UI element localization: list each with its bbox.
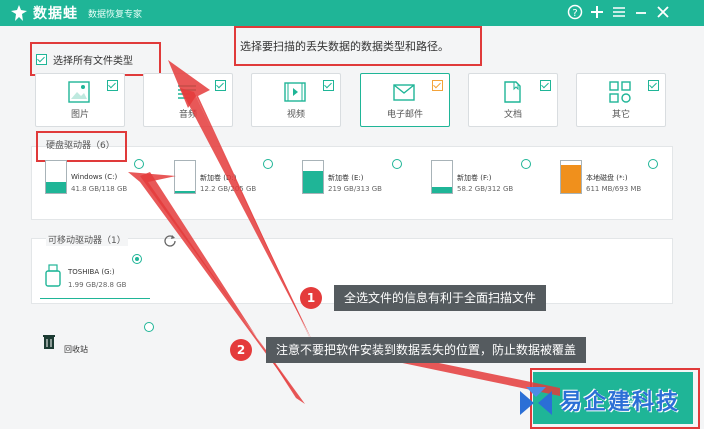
drive-usage-bar [45,160,67,194]
instruction-text: 选择要扫描的丢失数据的数据类型和路径。 [240,40,449,53]
callout-number: 2 [230,339,252,361]
drive-size: 1.99 GB/28.8 GB [68,281,127,289]
category-label: 其它 [611,110,630,120]
drive-usage-fill [303,170,323,193]
drive-usage-fill [46,181,66,193]
category-image[interactable]: 图片 [35,73,125,127]
category-checkbox[interactable] [323,80,334,91]
drive-usage-bar [174,160,196,194]
app-title: 数据蛙 [33,6,78,22]
recycle-bin-radio[interactable] [144,322,154,332]
frog-logo-icon [11,5,27,21]
other-icon [609,81,631,103]
close-icon[interactable] [654,4,672,22]
category-checkbox[interactable] [432,80,443,91]
drive-name: 本地磁盘 (*:) [586,174,628,182]
removable-drive-item[interactable]: TOSHIBA (G:) 1.99 GB/28.8 GB [40,262,150,299]
recycle-bin-item[interactable] [42,334,56,354]
drive-size: 611 MB/693 MB [586,185,642,193]
category-audio[interactable]: 音频 [143,73,233,127]
category-other[interactable]: 其它 [576,73,666,127]
drive-size: 12.2 GB/205 GB [200,185,257,193]
svg-text:?: ? [572,8,577,19]
category-label: 文档 [503,110,522,120]
refresh-icon[interactable] [163,232,177,247]
drive-name: 新加卷 (F:) [457,174,492,182]
watermark-logo-icon [520,387,552,415]
drive-usage-bar [560,160,582,194]
removable-drive-title: 可移动驱动器（1） [46,233,128,246]
category-label: 音频 [178,110,197,120]
app-subtitle: 数据恢复专家 [88,10,143,20]
category-checkbox[interactable] [215,80,226,91]
image-icon [68,81,90,103]
menu-icon[interactable] [610,4,628,22]
drive-usage-fill [175,191,195,193]
removable-drive-radio[interactable] [132,254,142,264]
document-icon [504,81,521,103]
callout-number: 1 [300,287,322,309]
category-checkbox[interactable] [540,80,551,91]
category-email[interactable]: 电子邮件 [360,73,450,127]
video-icon [284,82,306,102]
usb-drive-icon [45,264,61,287]
drive-usage-bar [302,160,324,194]
drive-radio[interactable] [134,159,144,169]
trash-icon [43,335,55,349]
callout-text: 全选文件的信息有利于全面扫描文件 [334,285,547,311]
drive-name: TOSHIBA (G:) [68,268,115,276]
hard-drive-title: 硬盘驱动器（6） [46,141,115,151]
drive-name: 新加卷 (D:) [200,174,237,182]
drive-radio[interactable] [648,159,658,169]
category-checkbox[interactable] [107,80,118,91]
select-all-label: 选择所有文件类型 [53,56,133,67]
drive-size: 219 GB/313 GB [328,185,382,193]
audio-icon [178,85,196,99]
category-video[interactable]: 视频 [251,73,341,127]
drive-size: 41.8 GB/118 GB [71,185,128,193]
minimize-icon[interactable] [632,4,650,22]
drive-usage-fill [561,164,581,193]
select-all-checkbox[interactable] [36,54,47,65]
plus-icon[interactable] [588,4,606,22]
drive-usage-bar [431,160,453,194]
email-icon [393,84,415,101]
drive-radio[interactable] [263,159,273,169]
category-label: 视频 [286,110,305,120]
category-label: 图片 [70,110,89,120]
help-icon[interactable]: ? [566,4,584,22]
title-bar: 数据蛙 数据恢复专家 ? [0,0,704,26]
callout-text: 注意不要把软件安装到数据丢失的位置，防止数据被覆盖 [266,337,587,363]
drive-size: 58.2 GB/312 GB [457,185,514,193]
select-all-checkbox-row[interactable]: 选择所有文件类型 [36,52,133,67]
watermark-text: 易企建科技 [560,390,681,415]
category-checkbox[interactable] [648,80,659,91]
drive-name: 新加卷 (E:) [328,174,364,182]
drive-name: Windows (C:) [71,173,118,181]
drive-radio[interactable] [521,159,531,169]
drive-usage-fill [432,186,452,193]
category-label: 电子邮件 [386,110,423,120]
category-document[interactable]: 文档 [468,73,558,127]
drive-radio[interactable] [392,159,402,169]
recycle-bin-label: 回收站 [64,345,88,354]
